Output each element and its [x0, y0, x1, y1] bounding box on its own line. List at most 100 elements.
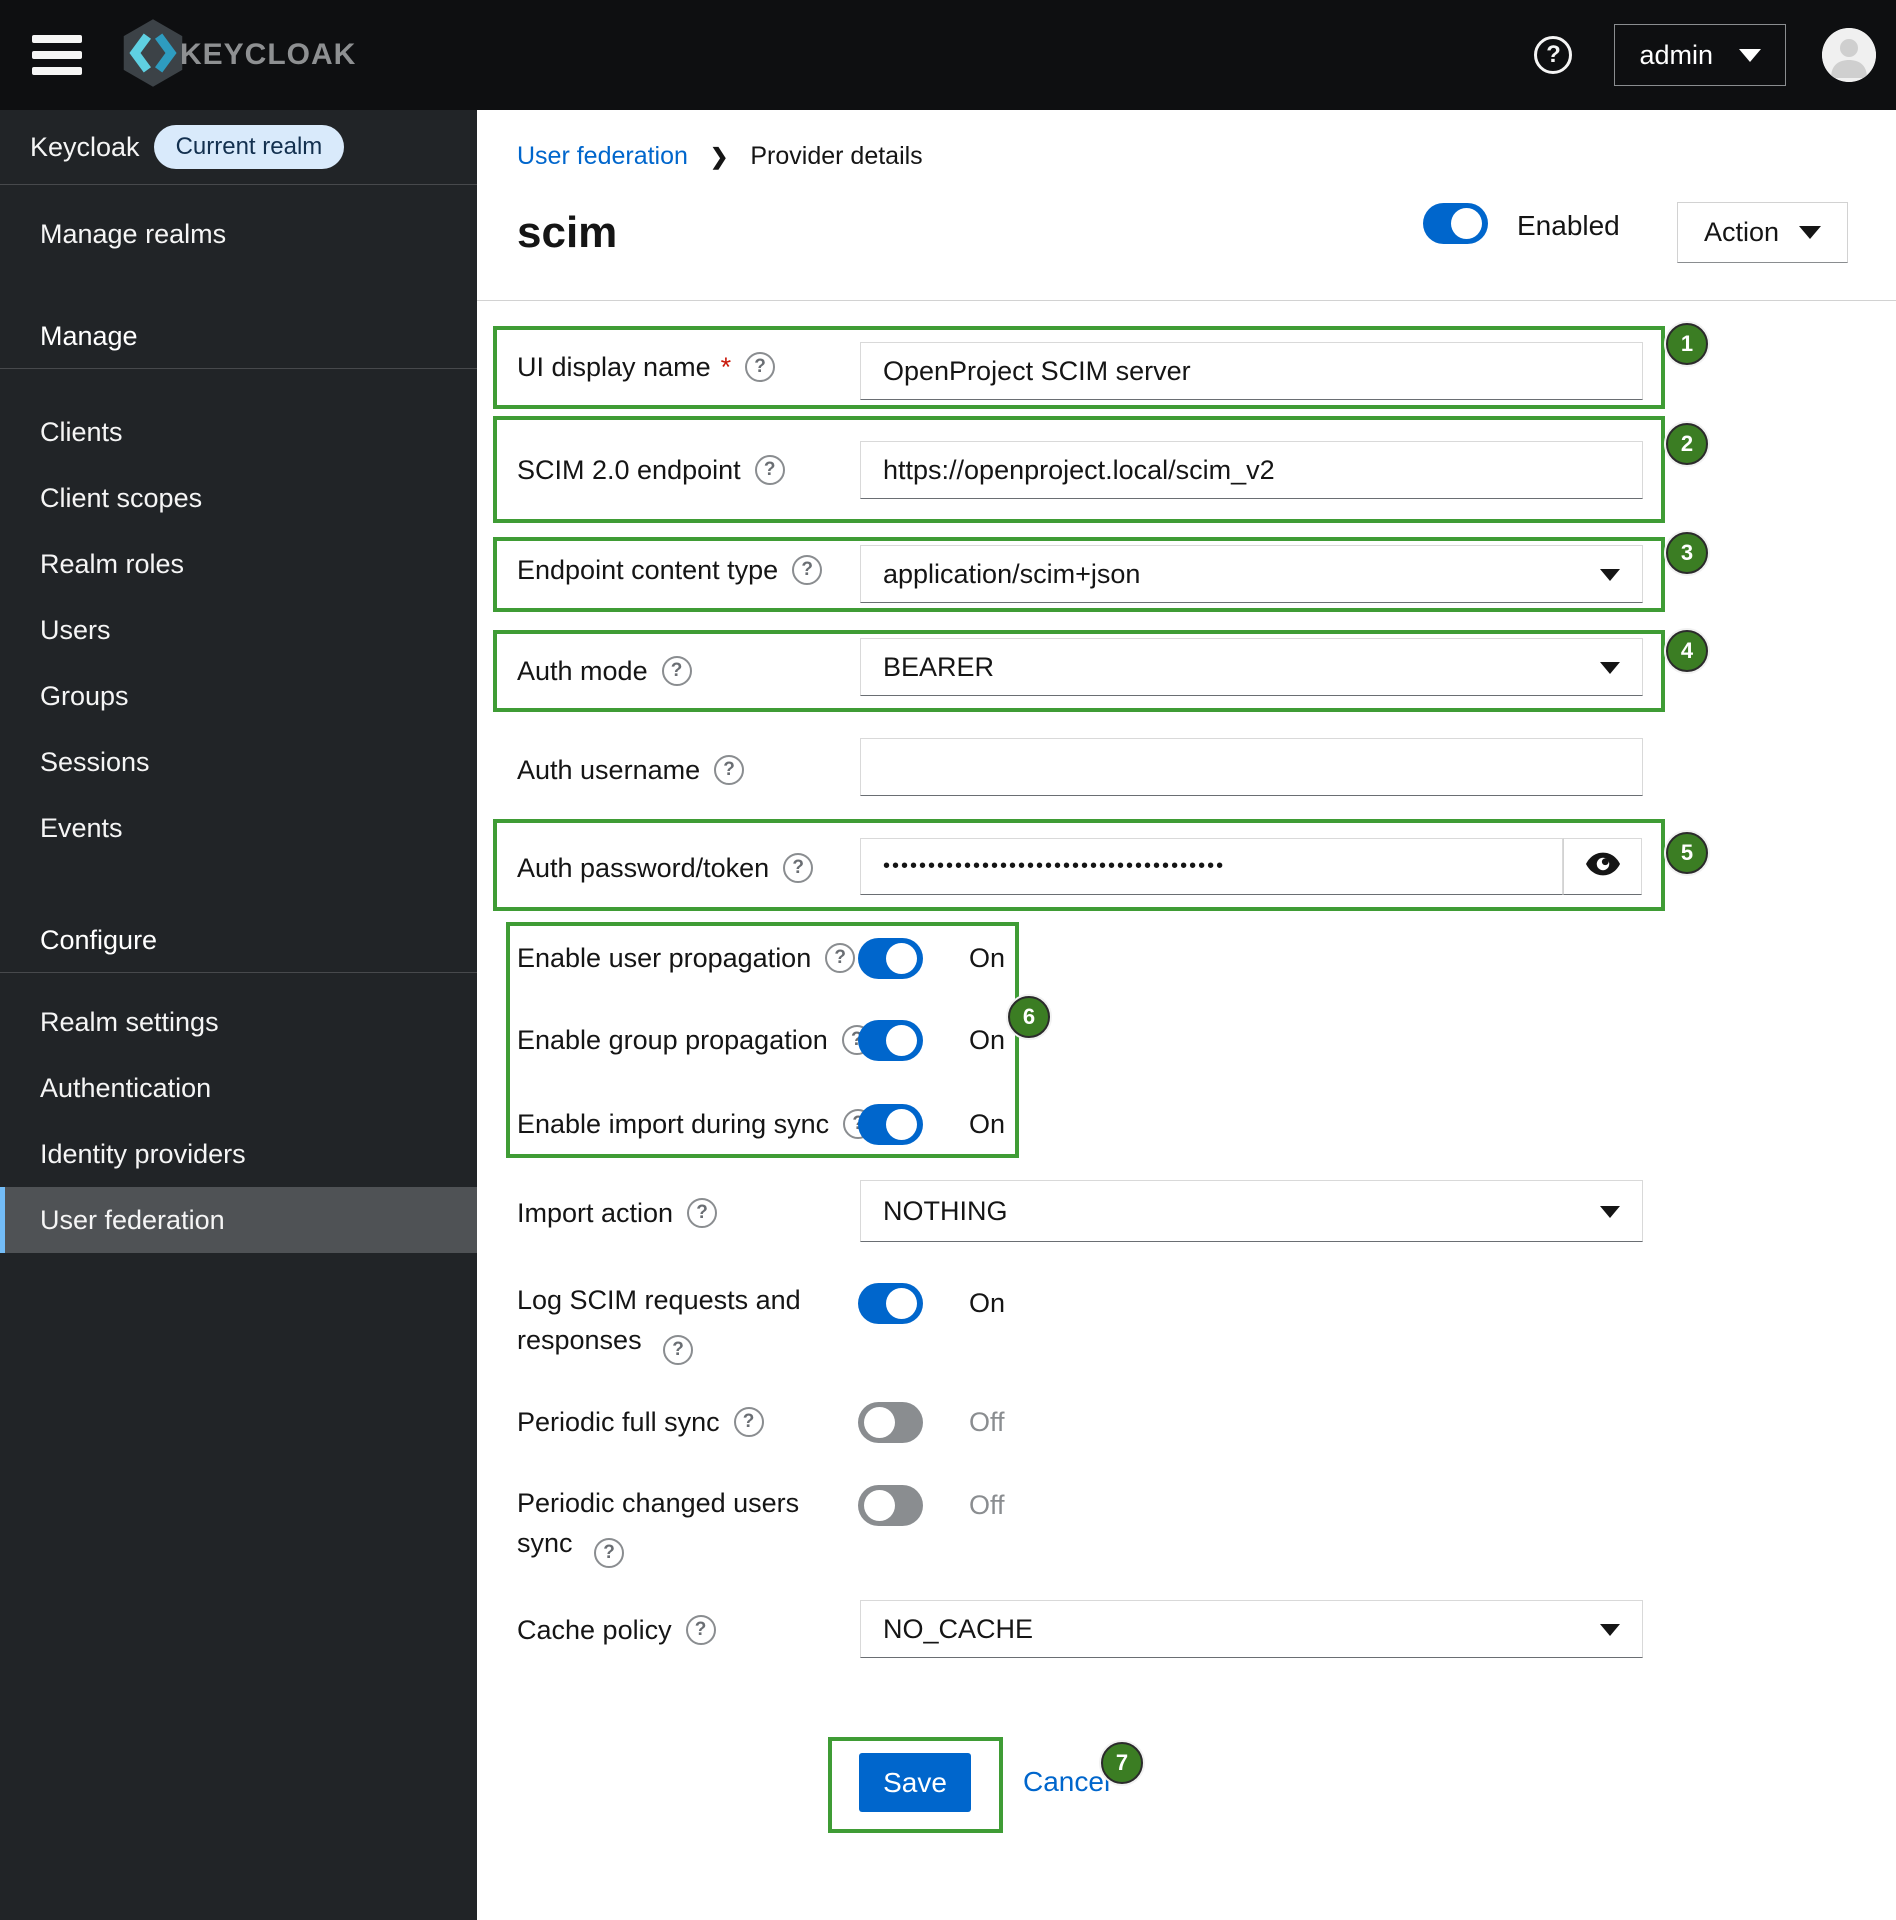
chevron-right-icon: ❯: [709, 143, 729, 169]
toggle-state: On: [969, 1288, 1006, 1318]
enable-import-during-sync-toggle[interactable]: [858, 1104, 923, 1145]
required-asterisk: *: [720, 352, 732, 382]
annotation-badge-1: 1: [1666, 323, 1708, 365]
sidebar-item-user-federation[interactable]: User federation: [0, 1187, 477, 1253]
log-scim-toggle[interactable]: [858, 1283, 923, 1324]
keycloak-logo-icon: [120, 17, 186, 94]
chevron-down-icon: [1799, 226, 1821, 239]
periodic-changed-users-sync-label: Periodic changed users sync ?: [517, 1483, 862, 1568]
masthead: KEYCLOAK ? admin: [0, 0, 1896, 110]
user-menu-dropdown[interactable]: admin: [1614, 24, 1786, 86]
enable-user-propagation-row: On: [858, 938, 1005, 979]
breadcrumb-current: Provider details: [750, 142, 923, 170]
toggle-state: Off: [969, 1407, 1005, 1437]
periodic-full-sync-label: Periodic full sync ?: [517, 1402, 764, 1442]
divider: [477, 300, 1896, 301]
help-icon[interactable]: ?: [825, 943, 856, 973]
sidebar-item-clients[interactable]: Clients: [0, 399, 477, 465]
show-password-button[interactable]: [1563, 838, 1642, 895]
enable-user-propagation-label: Enable user propagation ?: [517, 938, 856, 978]
sidebar-item-authentication[interactable]: Authentication: [0, 1055, 477, 1121]
sidebar-item-sessions[interactable]: Sessions: [0, 729, 477, 795]
periodic-changed-users-sync-toggle[interactable]: [858, 1485, 923, 1526]
sidebar-item-events[interactable]: Events: [0, 795, 477, 861]
periodic-changed-users-sync-row: Off: [858, 1485, 1005, 1526]
log-scim-label: Log SCIM requests and responses ?: [517, 1280, 852, 1365]
endpoint-content-type-select[interactable]: application/scim+json: [860, 545, 1643, 603]
help-icon[interactable]: ?: [714, 755, 745, 785]
brand-name: KEYCLOAK: [180, 38, 357, 71]
save-button[interactable]: Save: [859, 1753, 971, 1812]
endpoint-content-type-label: Endpoint content type ?: [517, 550, 823, 590]
masthead-toolbar: ? admin: [1534, 24, 1896, 86]
help-icon[interactable]: ?: [594, 1538, 625, 1568]
auth-password-group: ••••••••••••••••••••••••••••••••••••••: [860, 838, 1642, 895]
realm-switcher[interactable]: Keycloak Current realm: [0, 110, 477, 185]
chevron-down-icon: [1600, 1624, 1620, 1636]
enabled-label: Enabled: [1517, 210, 1620, 241]
toggle-state: On: [969, 1109, 1006, 1139]
cancel-link[interactable]: Cancel: [1023, 1766, 1110, 1798]
help-icon[interactable]: ?: [1534, 36, 1573, 74]
enable-user-propagation-toggle[interactable]: [858, 938, 923, 979]
sidebar-item-realm-settings[interactable]: Realm settings: [0, 989, 477, 1055]
help-icon[interactable]: ?: [733, 1407, 764, 1437]
nav-group-configure: Configure: [40, 925, 158, 955]
ui-display-name-input[interactable]: OpenProject SCIM server: [860, 342, 1643, 400]
help-icon[interactable]: ?: [783, 853, 814, 883]
nav-group-manage: Manage: [40, 321, 138, 351]
help-icon[interactable]: ?: [661, 656, 692, 686]
import-action-label: Import action ?: [517, 1193, 718, 1233]
help-icon[interactable]: ?: [754, 455, 785, 485]
cache-policy-select[interactable]: NO_CACHE: [860, 1600, 1643, 1658]
import-action-select[interactable]: NOTHING: [860, 1180, 1643, 1242]
chevron-down-icon: [1739, 48, 1761, 62]
action-dropdown[interactable]: Action: [1677, 202, 1848, 263]
annotation-badge-2: 2: [1666, 423, 1708, 465]
scim-endpoint-input[interactable]: https://openproject.local/scim_v2: [860, 441, 1643, 499]
manage-nav-list: Clients Client scopes Realm roles Users …: [0, 369, 477, 861]
nav-toggle-hamburger-icon[interactable]: [32, 35, 82, 75]
toggle-state: On: [969, 1025, 1006, 1055]
toggle-state: Off: [969, 1490, 1005, 1520]
enable-import-during-sync-label: Enable import during sync ?: [517, 1104, 874, 1144]
sidebar-item-realm-roles[interactable]: Realm roles: [0, 531, 477, 597]
keycloak-logo[interactable]: KEYCLOAK: [120, 17, 356, 94]
eye-icon: [1585, 852, 1620, 881]
provider-enabled-toggle[interactable]: [1423, 203, 1488, 244]
log-scim-row: On: [858, 1283, 1005, 1324]
auth-username-input[interactable]: [860, 738, 1643, 796]
chevron-down-icon: [1600, 662, 1620, 674]
scim-endpoint-label: SCIM 2.0 endpoint ?: [517, 450, 785, 490]
annotation-badge-4: 4: [1666, 630, 1708, 672]
auth-mode-label: Auth mode ?: [517, 651, 692, 691]
current-realm-badge[interactable]: Current realm: [153, 125, 345, 169]
breadcrumb: User federation ❯ Provider details: [517, 142, 923, 171]
annotation-badge-5: 5: [1666, 832, 1708, 874]
help-icon[interactable]: ?: [792, 555, 823, 585]
sidebar-item-client-scopes[interactable]: Client scopes: [0, 465, 477, 531]
cache-policy-label: Cache policy ?: [517, 1610, 716, 1650]
help-icon[interactable]: ?: [663, 1335, 694, 1365]
avatar[interactable]: [1822, 28, 1876, 82]
breadcrumb-user-federation-link[interactable]: User federation: [517, 142, 688, 171]
chevron-down-icon: [1600, 569, 1620, 581]
configure-nav-list: Realm settings Authentication Identity p…: [0, 973, 477, 1253]
sidebar-item-manage-realms[interactable]: Manage realms: [0, 203, 477, 265]
help-icon[interactable]: ?: [687, 1198, 718, 1228]
enable-group-propagation-toggle[interactable]: [858, 1020, 923, 1061]
auth-password-input[interactable]: ••••••••••••••••••••••••••••••••••••••: [860, 838, 1563, 895]
ui-display-name-label: UI display name * ?: [517, 347, 776, 387]
provider-details-page: User federation ❯ Provider details scim …: [477, 110, 1896, 1920]
periodic-full-sync-toggle[interactable]: [858, 1402, 923, 1443]
sidebar-item-groups[interactable]: Groups: [0, 663, 477, 729]
keycloak-admin-console: { "masthead": { "brand": "KEYCLOAK", "us…: [0, 0, 1896, 1920]
realm-name: Keycloak: [30, 131, 140, 162]
help-icon[interactable]: ?: [685, 1615, 716, 1645]
auth-mode-select[interactable]: BEARER: [860, 638, 1643, 696]
sidebar-item-users[interactable]: Users: [0, 597, 477, 663]
periodic-full-sync-row: Off: [858, 1402, 1005, 1443]
sidebar-item-identity-providers[interactable]: Identity providers: [0, 1121, 477, 1187]
action-label: Action: [1704, 217, 1780, 247]
help-icon[interactable]: ?: [745, 352, 776, 382]
